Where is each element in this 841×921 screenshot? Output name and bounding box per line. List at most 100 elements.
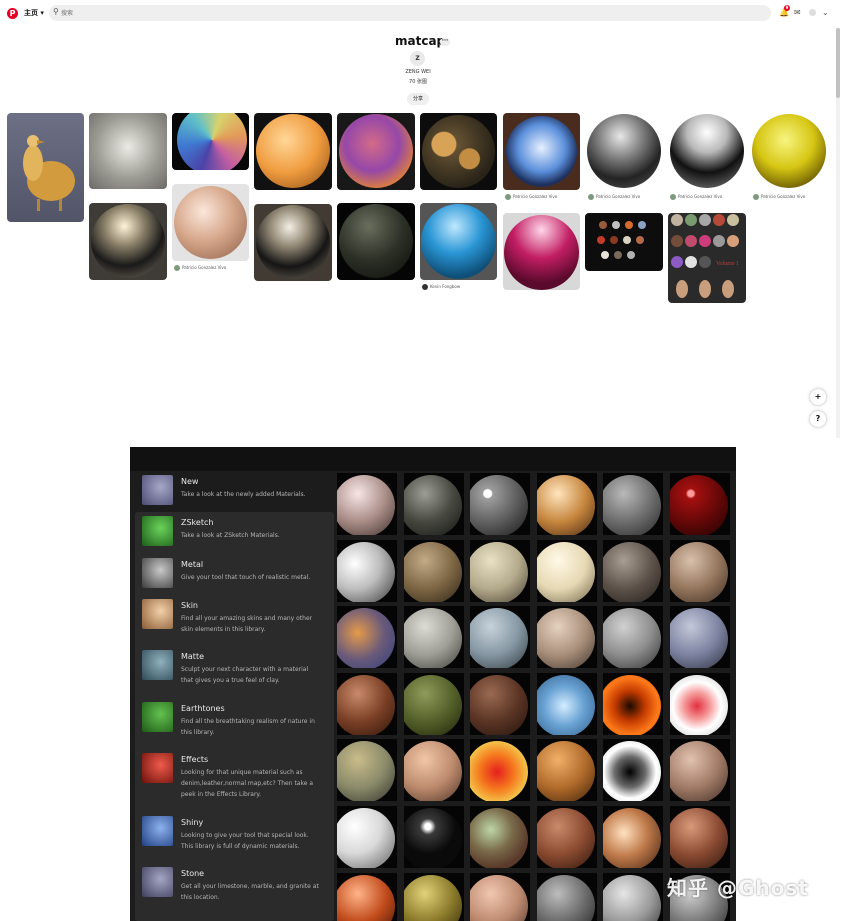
pin-purple-orange[interactable] [337, 113, 415, 190]
material-swatch[interactable] [404, 673, 464, 735]
pin-chrome-dark[interactable] [254, 204, 332, 281]
material-swatch[interactable] [404, 540, 464, 602]
search-input[interactable] [61, 7, 751, 19]
category-effects[interactable]: Effects Looking for that unique material… [135, 749, 334, 812]
pin-dark-chrome[interactable] [585, 113, 663, 190]
category-skin[interactable]: Skin Find all your amazing skins and man… [135, 595, 334, 647]
material-swatch[interactable] [404, 739, 464, 801]
material-swatch[interactable] [537, 873, 597, 921]
pin-yellow[interactable] [751, 113, 828, 190]
material-swatch[interactable] [470, 606, 530, 668]
material-swatch[interactable] [537, 673, 597, 735]
material-swatch[interactable] [537, 473, 597, 535]
material-swatch[interactable] [404, 606, 464, 668]
material-swatch[interactable] [670, 473, 730, 535]
material-swatch[interactable] [670, 606, 730, 668]
material-swatch[interactable] [404, 873, 464, 921]
chevron-down-icon[interactable]: ⌄ [822, 8, 829, 17]
material-swatch[interactable] [603, 673, 663, 735]
help-button[interactable]: ? [810, 411, 826, 427]
pinterest-logo-icon[interactable]: P [7, 8, 18, 19]
library-header [130, 447, 736, 471]
material-swatch[interactable] [470, 739, 530, 801]
category-name: Shiny [181, 818, 204, 827]
pin-volume-sheet[interactable]: Volume 1 [668, 213, 746, 303]
pin-chrome-gold[interactable] [89, 203, 167, 280]
pin-caption[interactable]: Patricio Gonzalez Vivo [753, 194, 805, 200]
blue-sphere [421, 204, 496, 279]
material-swatch[interactable] [670, 540, 730, 602]
add-pin-button[interactable]: + [810, 389, 826, 405]
material-swatch[interactable] [603, 873, 663, 921]
material-swatch[interactable] [603, 739, 663, 801]
share-button[interactable]: 分享 [407, 93, 429, 105]
material-swatch[interactable] [470, 673, 530, 735]
material-swatch[interactable] [537, 540, 597, 602]
pin-caption[interactable]: Patricio Gonzalez Vivo [670, 194, 722, 200]
category-earthtones[interactable]: Earthtones Find all the breathtaking rea… [135, 698, 334, 750]
material-swatch[interactable] [603, 473, 663, 535]
material-swatch[interactable] [337, 540, 397, 602]
search-icon: ⚲ [53, 7, 59, 16]
dark-chrome-sphere [587, 114, 661, 188]
material-swatch[interactable] [537, 739, 597, 801]
pin-magenta[interactable] [503, 213, 580, 290]
small-spheres-image [597, 221, 646, 259]
pin-caption[interactable]: Patricio Gonzalez Vivo [174, 265, 226, 271]
material-swatch[interactable] [603, 806, 663, 868]
board-owner-name[interactable]: ZENG WEI [380, 69, 456, 75]
pin-dark-green[interactable] [337, 203, 415, 280]
scrollbar-thumb[interactable] [836, 28, 840, 98]
new-thumbnail [142, 475, 173, 505]
messages-icon[interactable]: ✉ [794, 8, 801, 17]
category-metal[interactable]: Metal Give your tool that touch of reali… [135, 554, 334, 596]
pin-silver[interactable] [668, 113, 746, 190]
material-swatch[interactable] [470, 806, 530, 868]
category-stone[interactable]: Stone Get all your limestone, marble, an… [135, 863, 334, 915]
pin-rainbow[interactable] [172, 113, 249, 170]
material-swatch[interactable] [404, 473, 464, 535]
material-swatch[interactable] [670, 806, 730, 868]
material-swatch[interactable] [337, 806, 397, 868]
pin-caption[interactable]: Patricio Gonzalez Vivo [588, 194, 640, 200]
material-swatch[interactable] [470, 540, 530, 602]
profile-avatar-icon[interactable] [809, 9, 816, 16]
material-swatch[interactable] [470, 873, 530, 921]
material-swatch[interactable] [670, 739, 730, 801]
board-more-button[interactable]: ··· [440, 38, 450, 46]
pin-blurry-gray[interactable] [89, 113, 167, 189]
owner-avatar[interactable]: Z [410, 51, 425, 66]
category-zsketch[interactable]: ZSketch Take a look at ZSketch Materials… [135, 512, 334, 554]
board-pin-count: 70 张图 [409, 79, 427, 85]
material-swatch[interactable] [337, 873, 397, 921]
effects-thumbnail [142, 753, 173, 783]
material-swatch[interactable] [404, 806, 464, 868]
pin-caption[interactable]: Kevin Fongbow [422, 284, 460, 290]
material-swatch[interactable] [537, 606, 597, 668]
material-swatch[interactable] [537, 806, 597, 868]
search-bar[interactable]: ⚲ [49, 5, 771, 21]
home-dropdown-button[interactable]: 主页 ▾ [24, 8, 44, 18]
pin-orange[interactable] [254, 113, 332, 190]
pin-small-spheres[interactable] [585, 213, 663, 271]
pin-bird-sculpture[interactable] [7, 113, 84, 222]
pin-skin[interactable] [172, 184, 249, 261]
category-description: Take a look at ZSketch Materials. [181, 532, 280, 539]
pin-fisheye-sky[interactable] [503, 113, 580, 190]
category-shiny[interactable]: Shiny Looking to give your tool that spe… [135, 812, 334, 864]
material-swatch[interactable] [603, 606, 663, 668]
shiny-thumbnail [142, 816, 173, 846]
category-matte[interactable]: Matte Sculpt your next character with a … [135, 646, 334, 698]
pin-camo[interactable] [420, 113, 497, 190]
material-swatch[interactable] [337, 673, 397, 735]
category-new[interactable]: New Take a look at the newly added Mater… [135, 471, 334, 511]
material-swatch[interactable] [603, 540, 663, 602]
material-swatch[interactable] [670, 673, 730, 735]
page-scrollbar[interactable] [836, 28, 840, 438]
pin-caption[interactable]: Patricio Gonzalez Vivo [505, 194, 557, 200]
material-swatch[interactable] [337, 473, 397, 535]
material-swatch[interactable] [337, 606, 397, 668]
material-swatch[interactable] [337, 739, 397, 801]
pin-blue[interactable] [420, 203, 497, 280]
material-swatch[interactable] [470, 473, 530, 535]
